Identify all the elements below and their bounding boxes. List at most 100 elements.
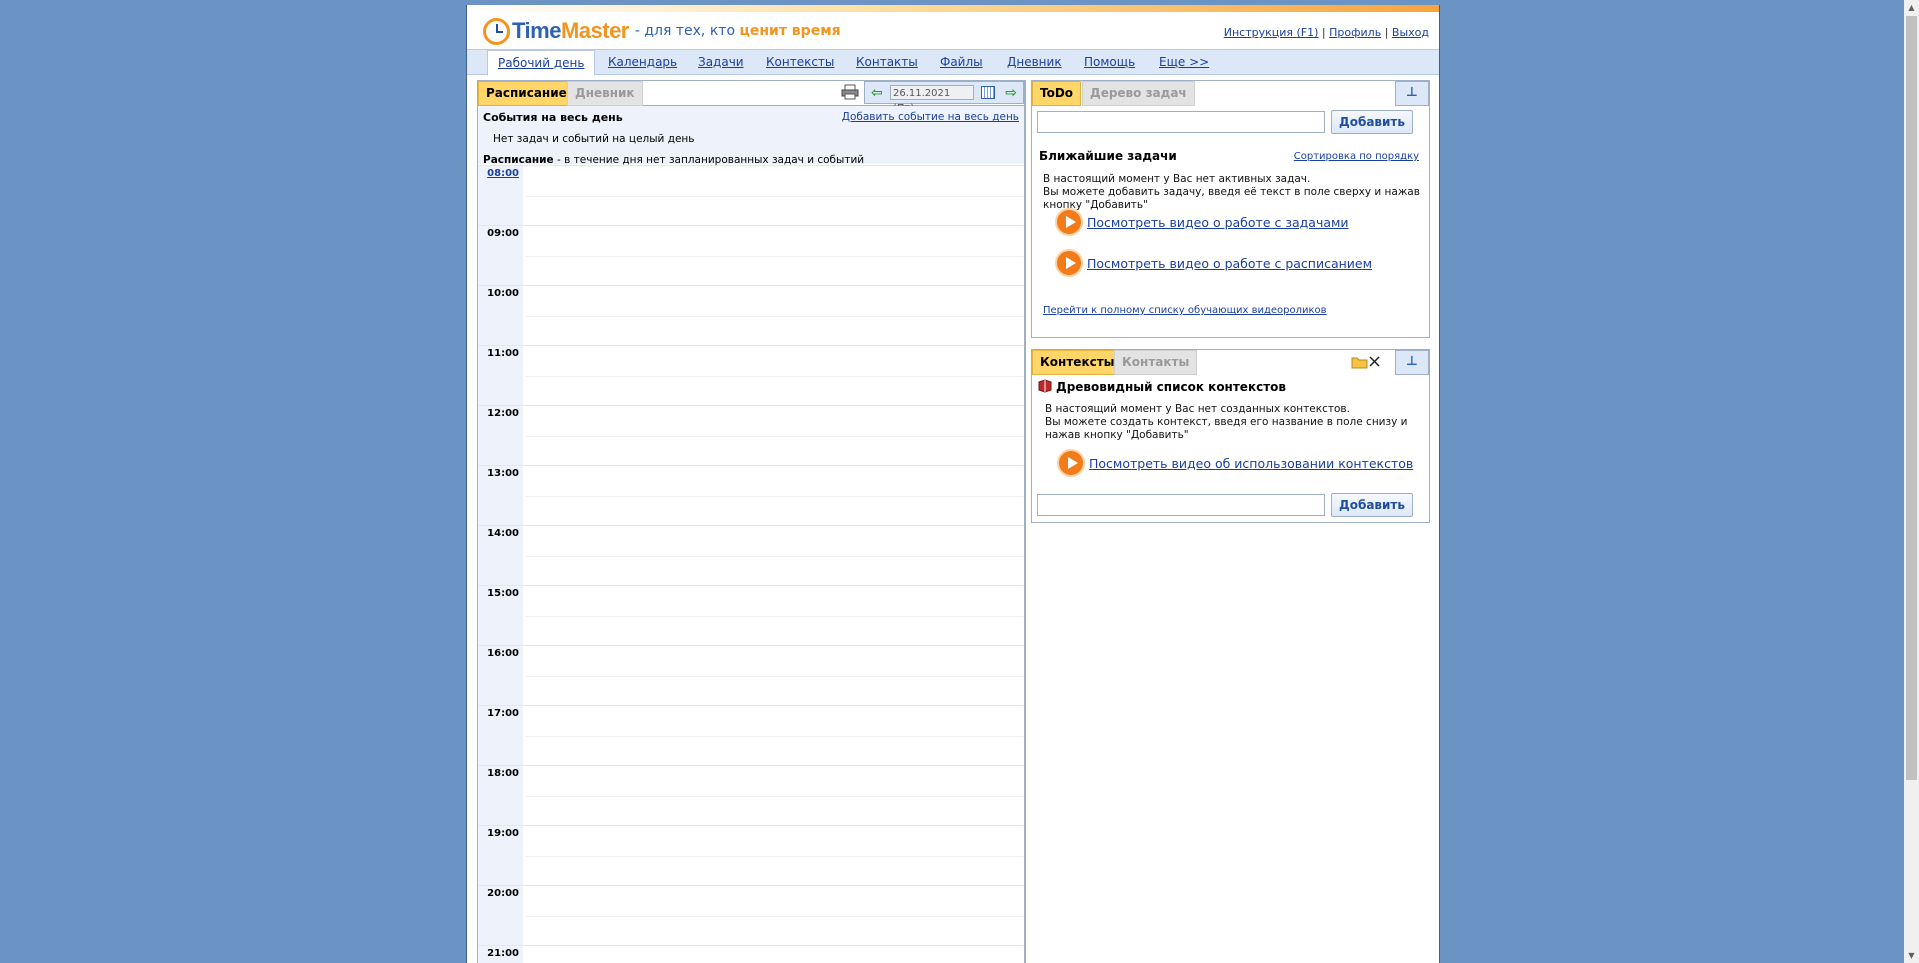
hour-label: 14:00: [478, 526, 523, 586]
context-add-button[interactable]: Добавить: [1331, 493, 1413, 517]
hour-text: 13:00: [487, 468, 519, 479]
hour-row[interactable]: 10:00: [478, 285, 1024, 346]
hour-row[interactable]: 09:00: [478, 225, 1024, 286]
hour-row[interactable]: 17:00: [478, 705, 1024, 766]
nav-tasks[interactable]: Задачи: [698, 50, 744, 74]
hour-label: 12:00: [478, 406, 523, 466]
nav-help[interactable]: Помощь: [1084, 50, 1135, 74]
todo-tabs: ToDo Дерево задач ⊥: [1032, 81, 1429, 106]
date-field[interactable]: 26.11.2021 (Пт): [890, 85, 974, 114]
todo-input[interactable]: [1037, 111, 1325, 133]
all-videos-link[interactable]: Перейти к полному списку обучающих видео…: [1043, 305, 1327, 316]
hour-row[interactable]: 12:00: [478, 405, 1024, 466]
allday-empty-text: Нет задач и событий на целый день: [493, 133, 695, 145]
nav-calendar[interactable]: Календарь: [608, 50, 677, 74]
todo-panel: ToDo Дерево задач ⊥ Добавить Ближайшие з…: [1031, 80, 1430, 338]
hour-text: 16:00: [487, 648, 519, 659]
folder-icon[interactable]: [1351, 354, 1383, 370]
contexts-info: В настоящий момент у Вас нет созданных к…: [1045, 403, 1421, 442]
sort-link[interactable]: Сортировка по порядку: [1294, 151, 1419, 162]
tagline: - для тех, кто ценит время: [635, 23, 841, 39]
pin-icon[interactable]: ⊥: [1395, 350, 1429, 375]
tab-contexts[interactable]: Контексты: [1032, 350, 1123, 375]
top-links: Инструкция (F1) | Профиль | Выход: [1224, 26, 1429, 39]
video-tasks-link[interactable]: Посмотреть видео о работе с задачами: [1087, 215, 1349, 230]
half-hour-line: [526, 316, 1024, 317]
video-contexts-link[interactable]: Посмотреть видео об использовании контек…: [1089, 456, 1413, 471]
nav-more[interactable]: Еще >>: [1159, 50, 1209, 74]
next-day-arrow-icon[interactable]: ⇨: [1005, 86, 1017, 100]
hour-label: 16:00: [478, 646, 523, 706]
hour-label: 18:00: [478, 766, 523, 826]
nav-contacts[interactable]: Контакты: [856, 50, 918, 74]
hour-text: 14:00: [487, 528, 519, 539]
hour-label: 20:00: [478, 886, 523, 946]
play-icon[interactable]: [1055, 208, 1083, 236]
tab-task-tree[interactable]: Дерево задач: [1082, 81, 1195, 106]
profile-link[interactable]: Профиль: [1329, 26, 1381, 39]
todo-add-button[interactable]: Добавить: [1331, 110, 1413, 134]
contexts-tabs: Контексты Контакты ⊥: [1032, 350, 1429, 375]
hour-row[interactable]: 19:00: [478, 825, 1024, 886]
date-box: ⇦ 26.11.2021 (Пт) ⇨: [864, 81, 1024, 114]
tagline-accent: ценит время: [739, 23, 841, 39]
add-allday-event-link[interactable]: Добавить событие на весь день: [842, 111, 1019, 123]
hour-label: 10:00: [478, 286, 523, 346]
hour-row[interactable]: 18:00: [478, 765, 1024, 826]
hour-text: 18:00: [487, 768, 519, 779]
nav-files[interactable]: Файлы: [940, 50, 983, 74]
hour-text: 11:00: [487, 348, 519, 359]
tab-schedule[interactable]: Расписание: [478, 81, 575, 106]
hour-row[interactable]: 11:00: [478, 345, 1024, 406]
prev-day-arrow-icon[interactable]: ⇦: [871, 86, 883, 100]
hour-row[interactable]: 21:00: [478, 945, 1024, 963]
printer-icon[interactable]: [841, 84, 859, 100]
page-scrollbar[interactable]: ▲ ▼: [1904, 0, 1919, 963]
upcoming-tasks-title: Ближайшие задачи: [1039, 149, 1177, 163]
nav-contexts[interactable]: Контексты: [766, 50, 834, 74]
logo[interactable]: Time Master - для тех, кто ценит время: [483, 14, 841, 48]
half-hour-line: [526, 376, 1024, 377]
half-hour-line: [526, 736, 1024, 737]
hour-row[interactable]: 16:00: [478, 645, 1024, 706]
calendar-icon[interactable]: [981, 86, 995, 99]
schedule-tabs: Расписание Дневник ⇦ 26.11.2021 (Пт) ⇨: [478, 81, 1024, 114]
hour-text: 12:00: [487, 408, 519, 419]
play-icon[interactable]: [1057, 449, 1085, 477]
tab-diary[interactable]: Дневник: [567, 81, 643, 106]
main-nav: Рабочий день Календарь Задачи Контексты …: [467, 49, 1439, 76]
schedule-grid: 08:00 09:00 10:00 11:00 12:00 13:00 14:0…: [478, 165, 1024, 963]
contexts-info-line1: В настоящий момент у Вас нет созданных к…: [1045, 403, 1350, 415]
play-icon[interactable]: [1055, 249, 1083, 277]
video-schedule-row: Посмотреть видео о работе с расписанием: [1055, 249, 1372, 277]
nav-diary[interactable]: Дневник: [1007, 50, 1062, 74]
logout-link[interactable]: Выход: [1392, 26, 1429, 39]
pin-icon[interactable]: ⊥: [1395, 81, 1429, 106]
context-input[interactable]: [1037, 494, 1325, 516]
hour-row[interactable]: 15:00: [478, 585, 1024, 646]
hour-link[interactable]: 08:00: [487, 168, 519, 179]
video-schedule-link[interactable]: Посмотреть видео о работе с расписанием: [1087, 256, 1372, 271]
scroll-down-icon[interactable]: ▼: [1904, 948, 1919, 963]
half-hour-line: [526, 196, 1024, 197]
video-contexts-row: Посмотреть видео об использовании контек…: [1057, 449, 1413, 477]
half-hour-line: [526, 256, 1024, 257]
tab-todo[interactable]: ToDo: [1032, 81, 1082, 106]
scrollbar-thumb[interactable]: [1906, 16, 1917, 780]
contexts-tree-title: Древовидный список контекстов: [1056, 380, 1286, 394]
link-separator: |: [1384, 26, 1389, 39]
help-link[interactable]: Инструкция (F1): [1224, 26, 1319, 39]
scroll-up-icon[interactable]: ▲: [1904, 0, 1919, 15]
hour-row[interactable]: 14:00: [478, 525, 1024, 586]
tab-contacts[interactable]: Контакты: [1114, 350, 1198, 375]
logo-time-text: Time: [512, 18, 561, 43]
hour-row[interactable]: 13:00: [478, 465, 1024, 526]
book-icon: [1038, 379, 1052, 393]
nav-workday[interactable]: Рабочий день: [487, 50, 596, 76]
hour-label: 13:00: [478, 466, 523, 526]
half-hour-line: [526, 916, 1024, 917]
hour-label: 21:00: [478, 946, 523, 963]
hour-row[interactable]: 08:00: [478, 165, 1024, 226]
half-hour-line: [526, 556, 1024, 557]
hour-row[interactable]: 20:00: [478, 885, 1024, 946]
